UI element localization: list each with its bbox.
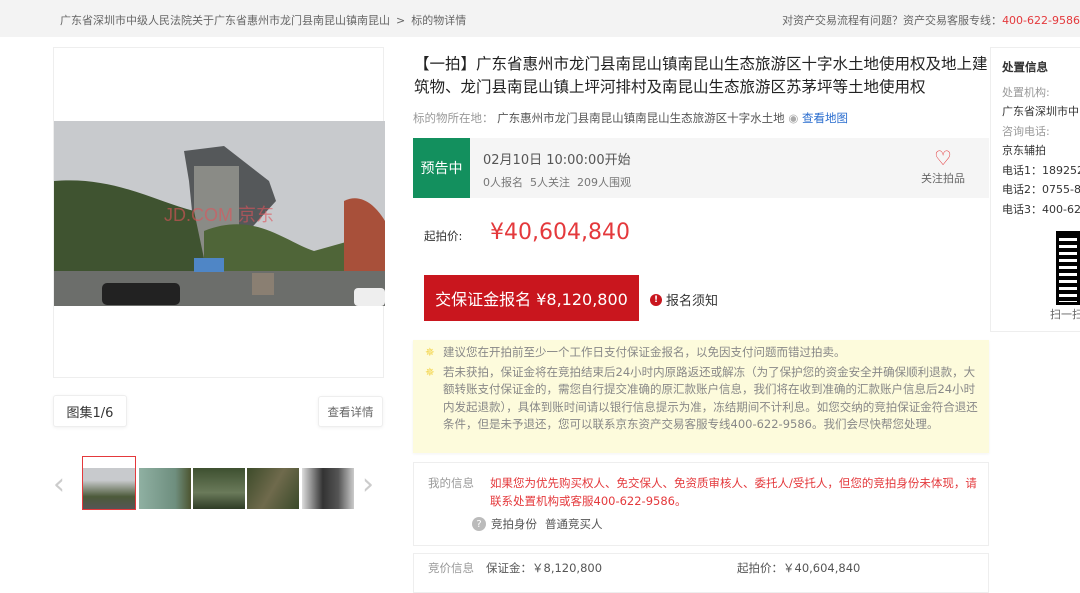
- help-icon[interactable]: ?: [472, 517, 486, 531]
- org-name: 广东省深圳市中: [1002, 105, 1079, 118]
- tip-item: ✵ 建议您在开拍前至少一个工作日支付保证金报名，以免因支付问题而错过拍卖。: [425, 344, 979, 362]
- side-title: 处置信息: [1002, 60, 1048, 74]
- breadcrumb-separator: >: [396, 14, 406, 27]
- view-map-link[interactable]: 查看地图: [802, 111, 848, 125]
- scan-label: 扫一扫: [1050, 308, 1080, 321]
- status-badge: 预告中: [413, 138, 470, 198]
- identity-label: 竞拍身份: [491, 517, 537, 531]
- my-info-section: 我的信息 如果您为优先购买权人、免交保人、免资质审核人、委托人/受托人，但您的竞…: [413, 462, 989, 546]
- next-arrow-icon[interactable]: ›: [362, 470, 374, 500]
- help-hotline: 对资产交易流程有问题？资产交易客服专线：400-622-9586: [782, 12, 1080, 28]
- thumbnail-2[interactable]: [139, 468, 191, 509]
- pay-deposit-button[interactable]: 交保证金报名 ¥8,120,800: [424, 275, 639, 321]
- phone-2: 电话2：0755-83: [1002, 183, 1080, 196]
- bid-identity: ? 竞拍身份 普通竞买人: [472, 516, 603, 532]
- building-photo: JD.COM 京东: [54, 121, 385, 306]
- help-phone: 400-622-9586: [1002, 14, 1080, 27]
- alert-icon: !: [650, 293, 662, 306]
- bid-info-section: 竞价信息 保证金：￥8,120,800 起拍价：￥40,604,840: [413, 553, 989, 593]
- breadcrumb: 广东省深圳市中级人民法院关于广东省惠州市龙门县南昆山镇南昆山 > 标的物详情: [60, 12, 472, 28]
- top-bar: 广东省深圳市中级人民法院关于广东省惠州市龙门县南昆山镇南昆山 > 标的物详情 对资产…: [0, 0, 1080, 37]
- main-image-box: JD.COM 京东: [53, 47, 385, 378]
- tip-item: ✵ 若未获拍，保证金将在竞拍结束后24小时内原路返还或解冻（为了保护您的资金安全并…: [425, 364, 979, 434]
- follow-label: 关注拍品: [921, 172, 965, 185]
- qr-code-icon: [1056, 231, 1080, 305]
- follow-button[interactable]: ♡ 关注拍品: [918, 146, 968, 186]
- tip-text: 建议您在开拍前至少一个工作日支付保证金报名，以免因支付问题而错过拍卖。: [443, 345, 846, 359]
- heart-plus-icon: ♡: [934, 146, 952, 170]
- view-details-button[interactable]: 查看详情: [318, 396, 383, 427]
- deposit-value: 保证金：￥8,120,800: [486, 561, 603, 575]
- thumbnail-5[interactable]: [302, 468, 354, 509]
- help-text: 对资产交易流程有问题？资产交易客服专线：: [782, 14, 1003, 27]
- lightbulb-icon: ✵: [425, 364, 435, 379]
- my-info-warning: 如果您为优先购买权人、免交保人、免资质审核人、委托人/受托人，但您的竞拍身份未体…: [490, 476, 977, 508]
- status-panel: 预告中 02月10日 10:00:00开始 0人报名 5人关注 209人围观 ♡…: [413, 138, 989, 198]
- phone-3: 电话3：400-622: [1002, 202, 1080, 216]
- watermark: JD.COM 京东: [164, 205, 274, 225]
- registration-notice-link[interactable]: ! 报名须知: [650, 290, 718, 309]
- breadcrumb-current: 标的物详情: [411, 14, 467, 27]
- phone-1: 电话1：1892524: [1002, 163, 1080, 177]
- location-line: 标的物所在地： 广东惠州市龙门县南昆山镇南昆山生态旅游区十字水土地 ◉ 查看地图: [413, 110, 848, 126]
- bid-start-price: 起拍价：￥40,604,840: [737, 561, 861, 575]
- tips-box: ✵ 建议您在开拍前至少一个工作日支付保证金报名，以免因支付问题而错过拍卖。 ✵ 若未…: [413, 340, 989, 453]
- breadcrumb-court[interactable]: 广东省深圳市中级人民法院关于广东省惠州市龙门县南昆山镇南昆山: [60, 14, 390, 27]
- lightbulb-icon: ✵: [425, 345, 435, 359]
- location-label: 标的物所在地：: [413, 111, 494, 125]
- thumbnail-4[interactable]: [247, 468, 299, 509]
- identity-value: 普通竞买人: [545, 517, 603, 531]
- prev-arrow-icon[interactable]: ‹: [53, 470, 65, 500]
- thumbnail-1[interactable]: [83, 468, 135, 509]
- map-pin-icon: ◉: [788, 111, 799, 125]
- item-title: 【一拍】广东省惠州市龙门县南昆山镇南昆山生态旅游区十字水土地使用权及地上建筑物、…: [414, 55, 988, 96]
- org-label: 处置机构:: [1002, 85, 1050, 99]
- tip-text: 若未获拍，保证金将在竞拍结束后24小时内原路返还或解冻（为了保护您的资金安全并确…: [443, 364, 978, 432]
- disposal-info-panel: 处置信息 处置机构: 广东省深圳市中 咨询电话: 京东辅拍 电话1：189252…: [990, 47, 1080, 332]
- gallery-counter[interactable]: 图集1/6: [53, 395, 127, 427]
- location-address: 广东惠州市龙门县南昆山镇南昆山生态旅游区十字水土地: [497, 111, 785, 125]
- auction-stats: 0人报名 5人关注 209人围观: [483, 176, 631, 189]
- my-info-label: 我的信息: [428, 476, 474, 490]
- start-price-label: 起拍价:: [424, 229, 463, 243]
- start-price-value: ¥40,604,840: [490, 220, 630, 245]
- consult-name: 京东辅拍: [1002, 144, 1046, 157]
- main-photo[interactable]: JD.COM 京东: [54, 121, 385, 306]
- consult-label: 咨询电话:: [1002, 124, 1050, 138]
- thumbnail-3[interactable]: [193, 468, 245, 509]
- bid-info-label: 竞价信息: [428, 561, 474, 575]
- start-time: 02月10日 10:00:00开始: [483, 153, 631, 168]
- notice-label: 报名须知: [666, 294, 719, 309]
